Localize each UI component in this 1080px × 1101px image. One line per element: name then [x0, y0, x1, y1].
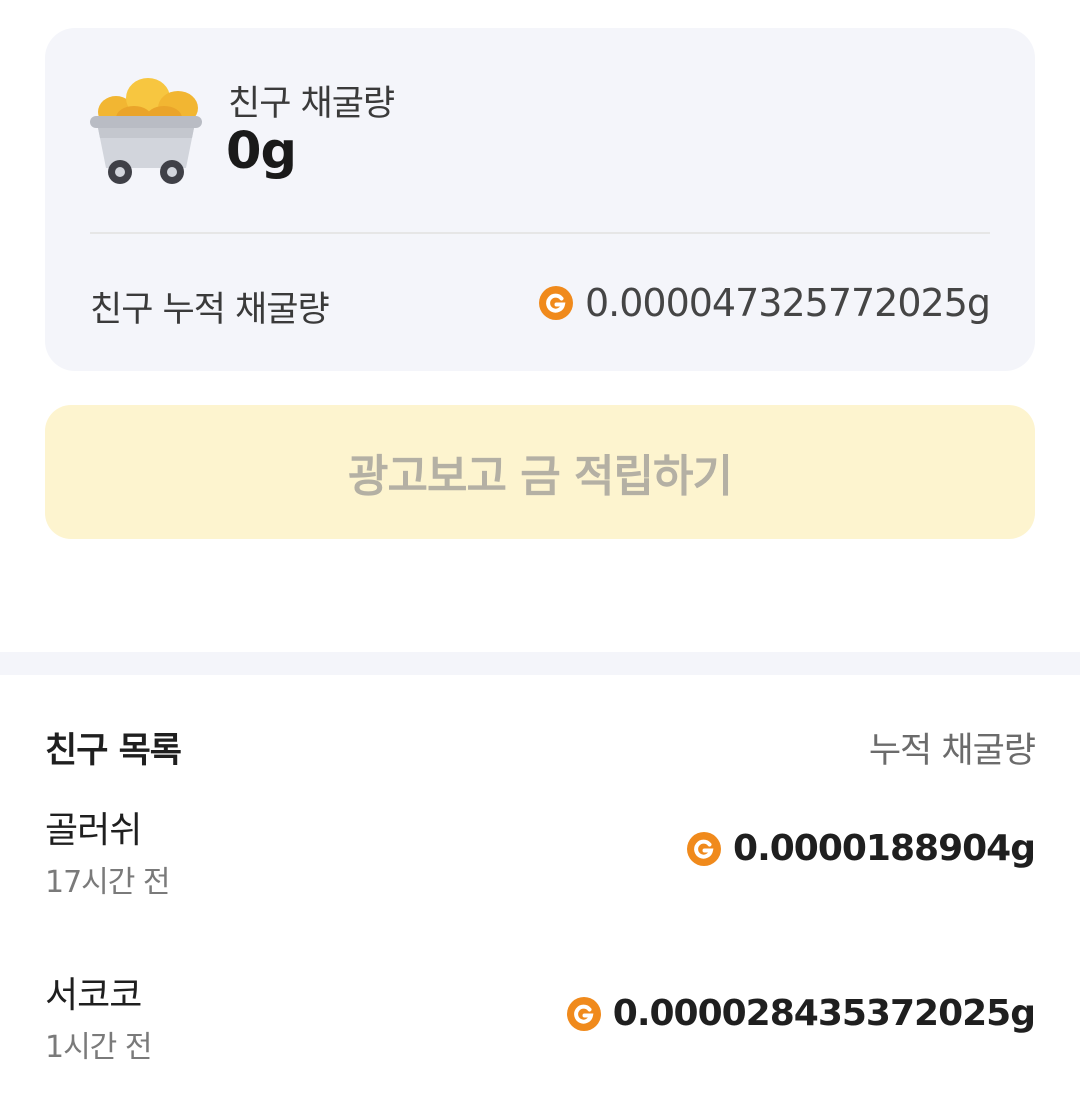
total-mining-value: 0.000047325772025g	[584, 281, 991, 325]
card-divider	[90, 232, 990, 234]
section-divider	[0, 652, 1080, 675]
mine-cart-icon	[90, 78, 202, 184]
friend-list-item[interactable]: 골러쉬 17시간 전 0.0000188904g	[45, 801, 1036, 911]
friend-last-active: 1시간 전	[45, 1030, 152, 1065]
today-mining-value: 0g	[226, 122, 297, 181]
gold-coin-icon	[566, 996, 601, 1031]
friend-amount-value: 0.000028435372025g	[612, 993, 1036, 1034]
total-mining-label: 친구 누적 채굴량	[90, 290, 330, 330]
friend-amount: 0.0000188904g	[687, 828, 1036, 869]
friend-list-title: 친구 목록	[45, 731, 182, 771]
friend-last-active: 17시간 전	[45, 865, 171, 900]
gold-coin-icon	[687, 831, 722, 866]
friend-amount-value: 0.0000188904g	[733, 828, 1036, 869]
friend-amount: 0.000028435372025g	[566, 993, 1036, 1034]
watch-ad-earn-gold-button[interactable]: 광고보고 금 적립하기	[45, 405, 1035, 539]
total-mining-amount: 0.000047325772025g	[538, 281, 991, 325]
today-mining-label: 친구 채굴량	[228, 84, 395, 124]
gold-coin-icon	[538, 286, 573, 320]
friend-name: 서코코	[45, 975, 142, 1016]
cumulative-mining-column-header: 누적 채굴량	[868, 731, 1036, 771]
friend-name: 골러쉬	[45, 810, 142, 851]
friend-list-item[interactable]: 서코코 1시간 전 0.000028435372025g	[45, 966, 1036, 1076]
